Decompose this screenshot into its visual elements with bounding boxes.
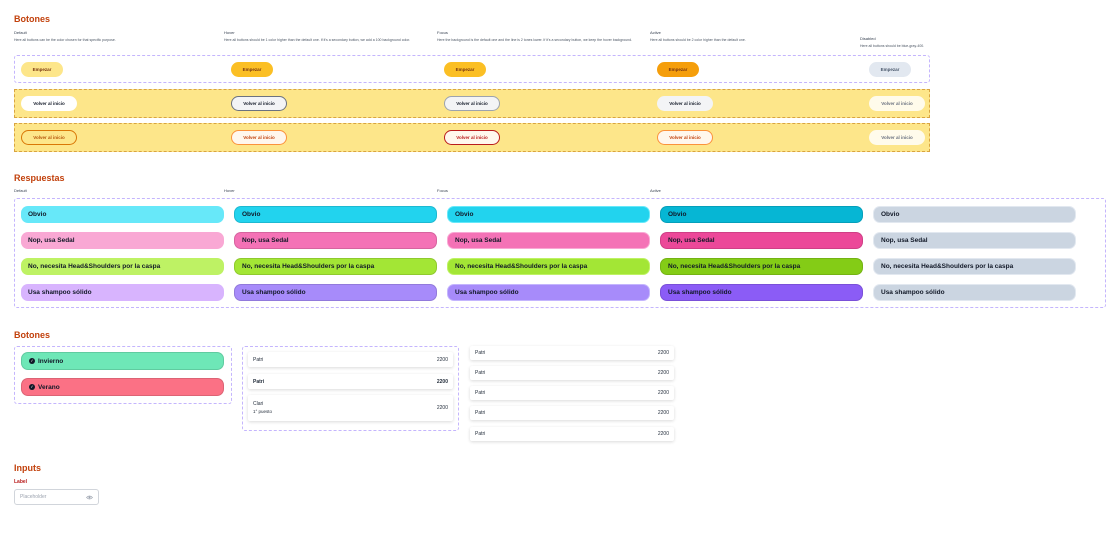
toggle-verano[interactable]: ✓ Verano: [21, 378, 224, 396]
ranking-name: Patri: [475, 390, 486, 396]
answer-obvio-focus[interactable]: Obvio: [447, 206, 650, 223]
ranking-name: Patri: [475, 370, 486, 376]
answer-sedal-active[interactable]: Nop, usa Sedal: [660, 232, 863, 249]
ranking-score: 2200: [657, 390, 669, 396]
check-circle-icon: ✓: [29, 384, 35, 390]
state-desc-disabled: Here all buttons should be blue-gray-400…: [860, 44, 925, 48]
ranking-list-item[interactable]: Patri 2200: [470, 346, 674, 360]
ranking-row-winner[interactable]: Clari 1° puesto 2200: [248, 395, 453, 421]
volver-button-disabled[interactable]: Volver al inicio: [869, 96, 925, 111]
empezar-button-default[interactable]: Empezar: [21, 62, 63, 77]
answer-sedal-disabled[interactable]: Nop, usa Sedal: [873, 232, 1076, 249]
state-desc-focus: Here the background is the default one a…: [437, 38, 633, 42]
answer-solido-active[interactable]: Usa shampoo sólido: [660, 284, 863, 301]
answer-sedal-focus[interactable]: Nop, usa Sedal: [447, 232, 650, 249]
volver-button-default[interactable]: Volver al inicio: [21, 96, 77, 111]
empezar-button-active[interactable]: Empezar: [657, 62, 699, 77]
answer-head-disabled[interactable]: No, necesita Head&Shoulders por la caspa: [873, 258, 1076, 275]
answer-solido-focus[interactable]: Usa shampoo sólido: [447, 284, 650, 301]
section-title-botones: Botones: [14, 14, 50, 24]
answer-obvio-default[interactable]: Obvio: [21, 206, 224, 223]
volver-outline-button-active[interactable]: Volver al inicio: [657, 130, 713, 145]
ranking-list-item[interactable]: Patri 2200: [470, 406, 674, 420]
answer-obvio-active[interactable]: Obvio: [660, 206, 863, 223]
ranking-score: 2200: [436, 356, 448, 363]
text-input[interactable]: Placeholder: [14, 489, 99, 505]
ranking-name: Patri: [475, 410, 486, 416]
answer-head-default[interactable]: No, necesita Head&Shoulders por la caspa: [21, 258, 224, 275]
state-label-hover: Hover: [224, 30, 235, 35]
eye-icon[interactable]: [86, 495, 93, 500]
volver-outline-button-disabled[interactable]: Volver al inicio: [869, 130, 925, 145]
state-label-disabled: Disabled: [860, 36, 876, 41]
check-circle-icon: ✓: [29, 358, 35, 364]
state-desc-default: Here all buttons can be the color chosen…: [14, 38, 116, 42]
ranking-position: 1° puesto: [253, 409, 273, 414]
empezar-button-hover[interactable]: Empezar: [231, 62, 273, 77]
answer-solido-disabled[interactable]: Usa shampoo sólido: [873, 284, 1076, 301]
ranking-score: 2200: [436, 405, 448, 411]
volver-outline-button-default[interactable]: Volver al inicio: [21, 130, 77, 145]
answer-obvio-hover[interactable]: Obvio: [234, 206, 437, 223]
resp-state-active: Active: [650, 188, 661, 193]
answer-solido-hover[interactable]: Usa shampoo sólido: [234, 284, 437, 301]
ranking-row-selected[interactable]: Patri 2200: [248, 374, 453, 389]
ranking-row-default[interactable]: Patri 2200: [248, 352, 453, 367]
volver-outline-button-focus[interactable]: Volver al inicio: [444, 130, 500, 145]
toggle-invierno-label: Invierno: [38, 357, 64, 365]
volver-outline-button-hover[interactable]: Volver al inicio: [231, 130, 287, 145]
answer-head-hover[interactable]: No, necesita Head&Shoulders por la caspa: [234, 258, 437, 275]
answer-head-focus[interactable]: No, necesita Head&Shoulders por la caspa: [447, 258, 650, 275]
ranking-name: Patri: [253, 356, 264, 363]
resp-state-hover: Hover: [224, 188, 235, 193]
toggle-verano-label: Verano: [38, 383, 60, 391]
ranking-score: 2200: [657, 431, 669, 437]
resp-state-default: Default: [14, 188, 27, 193]
state-label-focus: Focus: [437, 30, 448, 35]
ranking-name: Clari: [253, 401, 264, 407]
ranking-name: Patri: [475, 350, 486, 356]
ranking-name: Patri: [475, 431, 486, 437]
state-label-default: Default: [14, 30, 27, 35]
answer-sedal-default[interactable]: Nop, usa Sedal: [21, 232, 224, 249]
section-title-botones-2: Botones: [14, 330, 50, 340]
ranking-score: 2200: [436, 378, 448, 385]
input-placeholder: Placeholder: [20, 494, 47, 500]
state-desc-active: Here all buttons should be 2 color highe…: [650, 38, 746, 42]
answer-obvio-disabled[interactable]: Obvio: [873, 206, 1076, 223]
answer-solido-default[interactable]: Usa shampoo sólido: [21, 284, 224, 301]
section-title-inputs: Inputs: [14, 463, 41, 473]
volver-button-hover[interactable]: Volver al inicio: [231, 96, 287, 111]
ranking-score: 2200: [657, 410, 669, 416]
input-label: Label: [14, 479, 28, 485]
state-desc-hover: Here all buttons should be 1 color highe…: [224, 38, 411, 42]
empezar-button-disabled[interactable]: Empezar: [869, 62, 911, 77]
ranking-score: 2200: [657, 370, 669, 376]
volver-button-focus[interactable]: Volver al inicio: [444, 96, 500, 111]
state-label-active: Active: [650, 30, 661, 35]
answer-head-active[interactable]: No, necesita Head&Shoulders por la caspa: [660, 258, 863, 275]
empezar-button-focus[interactable]: Empezar: [444, 62, 486, 77]
ranking-name: Patri: [253, 378, 265, 385]
toggle-invierno[interactable]: ✓ Invierno: [21, 352, 224, 370]
volver-button-active[interactable]: Volver al inicio: [657, 96, 713, 111]
section-title-respuestas: Respuestas: [14, 173, 65, 183]
ranking-list-item[interactable]: Patri 2200: [470, 386, 674, 400]
ranking-score: 2200: [657, 350, 669, 356]
resp-state-focus: Focus: [437, 188, 448, 193]
answer-sedal-hover[interactable]: Nop, usa Sedal: [234, 232, 437, 249]
ranking-list-item[interactable]: Patri 2200: [470, 366, 674, 380]
ranking-list-item[interactable]: Patri 2200: [470, 427, 674, 441]
